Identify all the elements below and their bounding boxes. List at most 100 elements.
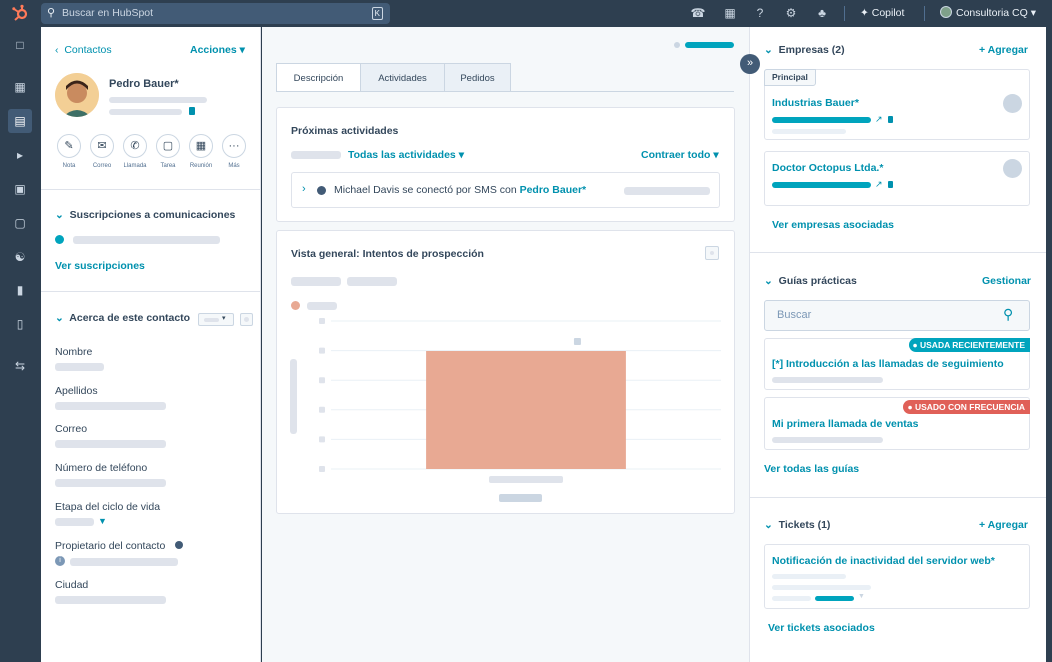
- placeholder-line: [772, 574, 846, 579]
- copy-icon[interactable]: [888, 181, 893, 188]
- back-to-contacts-link[interactable]: ‹ Contactos: [55, 44, 112, 56]
- contact-sidebar: ‹ Contactos Acciones ▾ Pedro Bauer* ✎ Not…: [41, 27, 261, 662]
- search-icon: ⚲: [47, 7, 56, 19]
- reports-icon[interactable]: ▮: [8, 278, 32, 302]
- external-link-icon[interactable]: ↗: [875, 114, 883, 125]
- add-company-button[interactable]: + Agregar: [979, 44, 1028, 56]
- activity-text: Michael Davis se conectó por SMS con Ped…: [334, 184, 586, 196]
- meeting-action[interactable]: ▦ Reunión: [187, 134, 215, 169]
- phone-icon[interactable]: ☎: [690, 5, 706, 21]
- search-placeholder: Buscar: [777, 309, 812, 321]
- commerce-icon[interactable]: ▢: [8, 211, 32, 235]
- caret-down-icon[interactable]: ▼: [98, 516, 107, 526]
- field-value-placeholder[interactable]: [55, 363, 104, 371]
- field-value-placeholder[interactable]: [55, 440, 166, 448]
- collapse-all-button[interactable]: Contraer todo ▾: [641, 149, 719, 161]
- subscriptions-header[interactable]: ⌄ Suscripciones a comunicaciones: [55, 209, 235, 221]
- placeholder-line: [624, 187, 710, 195]
- view-associated-tickets-link[interactable]: Ver tickets asociados: [768, 622, 875, 634]
- guides-search-input[interactable]: Buscar ⚲: [764, 300, 1030, 331]
- tab-activities[interactable]: Actividades: [360, 63, 445, 92]
- field-value-placeholder[interactable]: [55, 402, 166, 410]
- envelope-icon: ✉: [90, 134, 114, 158]
- chevron-right-icon[interactable]: ›: [302, 183, 306, 195]
- email-action[interactable]: ✉ Correo: [88, 134, 116, 169]
- lifecycle-stage-select[interactable]: [55, 518, 94, 526]
- help-icon[interactable]: ?: [752, 5, 768, 21]
- activity-filter-dropdown[interactable]: Todas las actividades ▾: [348, 149, 464, 161]
- account-menu[interactable]: Consultoria CQ ▾: [940, 0, 1036, 27]
- info-icon: i: [55, 556, 65, 566]
- subscriptions-title: Suscripciones a comunicaciones: [69, 209, 236, 221]
- field-label-owner: Propietario del contacto: [55, 540, 166, 552]
- activity-contact-link[interactable]: Pedro Bauer*: [520, 184, 587, 196]
- tab-description[interactable]: Descripción: [276, 63, 361, 92]
- guide-card[interactable]: ● USADA RECIENTEMENTE [*] Introducción a…: [764, 338, 1030, 390]
- field-label-email: Correo: [55, 423, 88, 435]
- placeholder-line: [204, 318, 219, 322]
- add-ticket-button[interactable]: + Agregar: [979, 519, 1028, 531]
- marketplace-icon[interactable]: ▦: [722, 5, 738, 21]
- task-action[interactable]: ▢ Tarea: [154, 134, 182, 169]
- company-card-primary[interactable]: Principal Industrias Bauer* ↗: [764, 69, 1030, 140]
- copy-icon[interactable]: [888, 116, 893, 123]
- about-contact-header[interactable]: ⌄ Acerca de este contacto: [55, 312, 190, 324]
- chart-bar: [426, 351, 626, 469]
- guide-card[interactable]: ● USADO CON FRECUENCIA Mi primera llamad…: [764, 397, 1030, 450]
- global-search-input[interactable]: ⚲ Buscar en HubSpot K: [41, 3, 390, 24]
- company-name[interactable]: Doctor Octopus Ltda.*: [772, 162, 883, 174]
- hubspot-logo-icon[interactable]: [10, 4, 30, 24]
- company-card[interactable]: Doctor Octopus Ltda.* ↗: [764, 151, 1030, 206]
- field-label-last-name: Apellidos: [55, 385, 98, 397]
- ticket-card[interactable]: Notificación de inactividad del servidor…: [764, 544, 1030, 609]
- activity-row[interactable]: › Michael Davis se conectó por SMS con P…: [291, 172, 720, 208]
- action-label: Reunión: [189, 163, 213, 169]
- field-value-placeholder[interactable]: [55, 479, 166, 487]
- copy-icon[interactable]: [189, 107, 195, 115]
- field-value-placeholder[interactable]: [55, 596, 166, 604]
- copilot-button[interactable]: ✦ Copilot: [860, 0, 904, 27]
- placeholder-line: [347, 277, 397, 286]
- gear-icon[interactable]: ⚙: [783, 5, 799, 21]
- marketing-icon[interactable]: ▸: [8, 143, 32, 167]
- search-icon[interactable]: ⚲: [1003, 306, 1013, 323]
- settings-icon[interactable]: [240, 313, 253, 326]
- about-actions-dropdown[interactable]: ▾: [198, 313, 234, 326]
- call-action[interactable]: ✆ Llamada: [121, 134, 149, 169]
- legend-swatch: [291, 301, 300, 310]
- action-label: Correo: [92, 163, 112, 169]
- chart-settings-icon[interactable]: [705, 246, 719, 260]
- view-all-guides-link[interactable]: Ver todas las guías: [764, 463, 859, 475]
- workspaces-icon[interactable]: ▦: [8, 75, 32, 99]
- tickets-header[interactable]: ⌄ Tickets (1): [764, 519, 830, 531]
- field-value-placeholder[interactable]: [70, 558, 178, 566]
- folder-icon[interactable]: ▯: [8, 312, 32, 336]
- external-link-icon[interactable]: ↗: [875, 179, 883, 190]
- company-name[interactable]: Industrias Bauer*: [772, 97, 859, 109]
- automation-icon[interactable]: ☯: [8, 245, 32, 269]
- contact-avatar: [55, 73, 99, 117]
- contacts-icon[interactable]: ▤: [8, 109, 32, 133]
- company-domain-link[interactable]: [772, 117, 871, 123]
- expand-nav-icon[interactable]: ⇆: [8, 354, 32, 378]
- content-icon[interactable]: ▣: [8, 177, 32, 201]
- guide-title[interactable]: Mi primera llamada de ventas: [772, 418, 918, 430]
- caret-down-icon: ▾: [458, 149, 464, 161]
- view-associated-companies-link[interactable]: Ver empresas asociadas: [772, 219, 894, 231]
- tab-orders[interactable]: Pedidos: [444, 63, 511, 92]
- company-domain-link[interactable]: [772, 182, 871, 188]
- view-subscriptions-link[interactable]: Ver suscripciones: [55, 260, 145, 272]
- actions-dropdown[interactable]: Acciones ▾: [190, 44, 245, 56]
- ticket-title[interactable]: Notificación de inactividad del servidor…: [772, 555, 995, 567]
- guides-header[interactable]: ⌄ Guías prácticas: [764, 275, 857, 287]
- guide-title[interactable]: [*] Introducción a las llamadas de segui…: [772, 358, 1004, 370]
- caret-down-icon[interactable]: ▼: [858, 593, 865, 600]
- expand-panel-icon[interactable]: »: [740, 54, 760, 74]
- badge-label: USADA RECIENTEMENTE: [920, 340, 1025, 350]
- more-action[interactable]: ··· Más: [220, 134, 248, 169]
- manage-guides-link[interactable]: Gestionar: [982, 275, 1031, 287]
- bookmark-icon[interactable]: □: [8, 33, 32, 57]
- note-action[interactable]: ✎ Nota: [55, 134, 83, 169]
- bell-icon[interactable]: ♣: [814, 5, 830, 21]
- companies-header[interactable]: ⌄ Empresas (2): [764, 44, 845, 56]
